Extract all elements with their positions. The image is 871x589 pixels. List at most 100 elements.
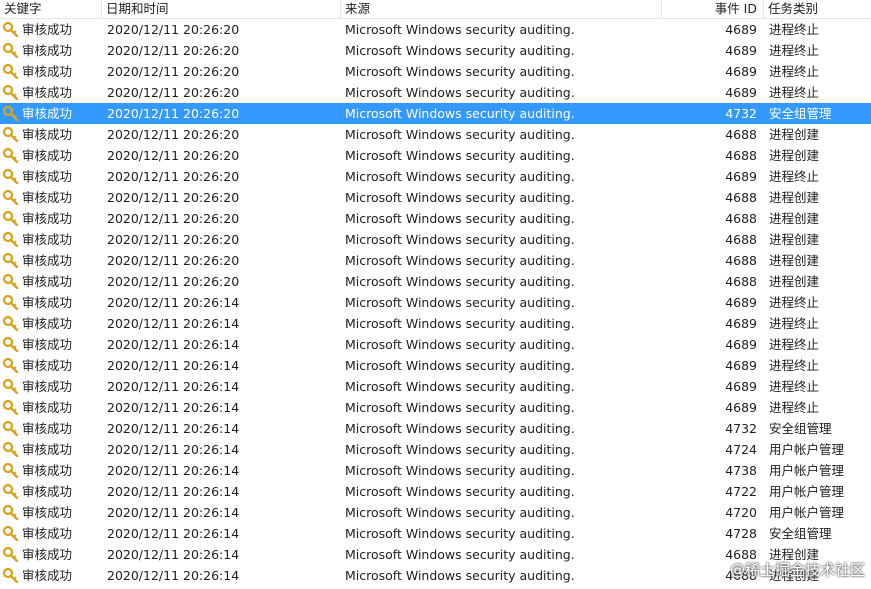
task-category-cell: 进程终止	[769, 85, 820, 100]
key-icon	[2, 378, 19, 395]
event-row[interactable]: 审核成功 2020/12/11 20:26:20 Microsoft Windows…	[0, 250, 871, 271]
source-cell: Microsoft Windows security auditing.	[345, 463, 575, 478]
column-header-event-id[interactable]: 事件 ID	[662, 0, 764, 18]
source-cell: Microsoft Windows security auditing.	[345, 526, 575, 541]
event-row[interactable]: 审核成功 2020/12/11 20:26:20 Microsoft Windows…	[0, 82, 871, 103]
datetime-cell: 2020/12/11 20:26:20	[107, 253, 240, 268]
event-row[interactable]: 审核成功 2020/12/11 20:26:20 Microsoft Windows…	[0, 145, 871, 166]
event-id-cell: 4688	[725, 232, 757, 247]
task-category-cell: 进程创建	[769, 127, 820, 142]
key-icon	[2, 525, 19, 542]
source-cell: Microsoft Windows security auditing.	[345, 106, 575, 121]
keyword-cell: 审核成功	[22, 421, 73, 436]
event-id-cell: 4688	[725, 274, 757, 289]
event-row[interactable]: 审核成功 2020/12/11 20:26:14 Microsoft Windows…	[0, 334, 871, 355]
key-icon	[2, 105, 19, 122]
keyword-cell: 审核成功	[22, 190, 73, 205]
source-cell: Microsoft Windows security auditing.	[345, 442, 575, 457]
event-row[interactable]: 审核成功 2020/12/11 20:26:20 Microsoft Windows…	[0, 19, 871, 40]
datetime-cell: 2020/12/11 20:26:14	[107, 421, 240, 436]
source-cell: Microsoft Windows security auditing.	[345, 43, 575, 58]
event-id-cell: 4688	[725, 148, 757, 163]
event-row[interactable]: 审核成功 2020/12/11 20:26:14 Microsoft Windows…	[0, 292, 871, 313]
datetime-cell: 2020/12/11 20:26:20	[107, 274, 240, 289]
datetime-cell: 2020/12/11 20:26:20	[107, 85, 240, 100]
key-icon	[2, 546, 19, 563]
key-icon	[2, 252, 19, 269]
event-row[interactable]: 审核成功 2020/12/11 20:26:14 Microsoft Windows…	[0, 397, 871, 418]
event-id-cell: 4688	[725, 253, 757, 268]
event-id-cell: 4720	[725, 505, 757, 520]
event-id-cell: 4689	[725, 295, 757, 310]
keyword-cell: 审核成功	[22, 316, 73, 331]
keyword-cell: 审核成功	[22, 400, 73, 415]
source-cell: Microsoft Windows security auditing.	[345, 127, 575, 142]
column-header-task-category[interactable]: 任务类别	[764, 0, 871, 18]
task-category-cell: 进程终止	[769, 169, 820, 184]
keyword-cell: 审核成功	[22, 463, 73, 478]
event-id-cell: 4688	[725, 190, 757, 205]
event-row[interactable]: 审核成功 2020/12/11 20:26:20 Microsoft Windows…	[0, 124, 871, 145]
keyword-cell: 审核成功	[22, 64, 73, 79]
column-header-source[interactable]: 来源	[341, 0, 662, 18]
keyword-cell: 审核成功	[22, 85, 73, 100]
column-header: 关键字 日期和时间 来源 事件 ID 任务类别	[0, 0, 871, 19]
datetime-cell: 2020/12/11 20:26:14	[107, 400, 240, 415]
key-icon	[2, 189, 19, 206]
event-row[interactable]: 审核成功 2020/12/11 20:26:14 Microsoft Windows…	[0, 481, 871, 502]
source-cell: Microsoft Windows security auditing.	[345, 484, 575, 499]
key-icon	[2, 210, 19, 227]
task-category-cell: 进程创建	[769, 274, 820, 289]
event-row[interactable]: 审核成功 2020/12/11 20:26:14 Microsoft Windows…	[0, 376, 871, 397]
key-icon	[2, 147, 19, 164]
event-row[interactable]: 审核成功 2020/12/11 20:26:14 Microsoft Windows…	[0, 523, 871, 544]
event-row[interactable]: 审核成功 2020/12/11 20:26:20 Microsoft Windows…	[0, 208, 871, 229]
source-cell: Microsoft Windows security auditing.	[345, 274, 575, 289]
task-category-cell: 进程创建	[769, 253, 820, 268]
source-cell: Microsoft Windows security auditing.	[345, 295, 575, 310]
event-row[interactable]: 审核成功 2020/12/11 20:26:20 Microsoft Windows…	[0, 103, 871, 124]
event-row[interactable]: 审核成功 2020/12/11 20:26:20 Microsoft Windows…	[0, 40, 871, 61]
key-icon	[2, 126, 19, 143]
event-row[interactable]: 审核成功 2020/12/11 20:26:20 Microsoft Windows…	[0, 166, 871, 187]
source-cell: Microsoft Windows security auditing.	[345, 232, 575, 247]
event-row[interactable]: 审核成功 2020/12/11 20:26:14 Microsoft Windows…	[0, 418, 871, 439]
column-header-datetime[interactable]: 日期和时间	[102, 0, 341, 18]
event-row[interactable]: 审核成功 2020/12/11 20:26:20 Microsoft Windows…	[0, 61, 871, 82]
keyword-cell: 审核成功	[22, 295, 73, 310]
event-row[interactable]: 审核成功 2020/12/11 20:26:20 Microsoft Windows…	[0, 229, 871, 250]
event-row[interactable]: 审核成功 2020/12/11 20:26:14 Microsoft Windows…	[0, 439, 871, 460]
keyword-cell: 审核成功	[22, 253, 73, 268]
event-row[interactable]: 审核成功 2020/12/11 20:26:14 Microsoft Windows…	[0, 355, 871, 376]
source-cell: Microsoft Windows security auditing.	[345, 148, 575, 163]
column-header-keyword[interactable]: 关键字	[0, 0, 102, 18]
key-icon	[2, 483, 19, 500]
event-id-cell: 4688	[725, 211, 757, 226]
source-cell: Microsoft Windows security auditing.	[345, 400, 575, 415]
datetime-cell: 2020/12/11 20:26:20	[107, 190, 240, 205]
datetime-cell: 2020/12/11 20:26:14	[107, 295, 240, 310]
event-row[interactable]: 审核成功 2020/12/11 20:26:14 Microsoft Windows…	[0, 502, 871, 523]
source-cell: Microsoft Windows security auditing.	[345, 253, 575, 268]
source-cell: Microsoft Windows security auditing.	[345, 169, 575, 184]
event-row[interactable]: 审核成功 2020/12/11 20:26:20 Microsoft Windows…	[0, 187, 871, 208]
source-cell: Microsoft Windows security auditing.	[345, 211, 575, 226]
source-cell: Microsoft Windows security auditing.	[345, 547, 575, 562]
task-category-cell: 用户帐户管理	[769, 442, 845, 457]
keyword-cell: 审核成功	[22, 22, 73, 37]
task-category-cell: 进程创建	[769, 148, 820, 163]
event-row[interactable]: 审核成功 2020/12/11 20:26:14 Microsoft Windows…	[0, 460, 871, 481]
key-icon	[2, 294, 19, 311]
keyword-cell: 审核成功	[22, 106, 73, 121]
source-cell: Microsoft Windows security auditing.	[345, 316, 575, 331]
key-icon	[2, 84, 19, 101]
event-id-cell: 4689	[725, 400, 757, 415]
datetime-cell: 2020/12/11 20:26:20	[107, 64, 240, 79]
event-id-cell: 4732	[725, 106, 757, 121]
event-row[interactable]: 审核成功 2020/12/11 20:26:14 Microsoft Windows…	[0, 313, 871, 334]
event-row[interactable]: 审核成功 2020/12/11 20:26:20 Microsoft Windows…	[0, 271, 871, 292]
keyword-cell: 审核成功	[22, 43, 73, 58]
key-icon	[2, 399, 19, 416]
key-icon	[2, 504, 19, 521]
key-icon	[2, 21, 19, 38]
